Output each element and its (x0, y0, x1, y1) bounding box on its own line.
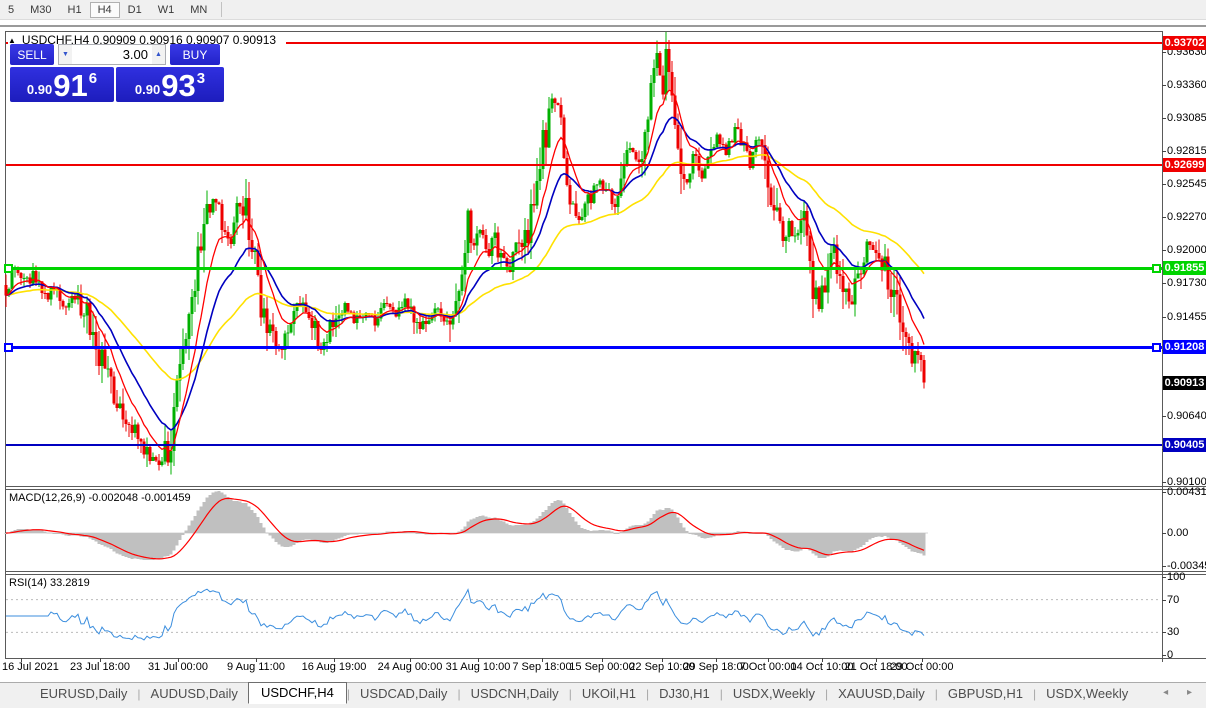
line-handle-marker[interactable] (4, 343, 13, 352)
date-label: 7 Oct 00:00 (740, 661, 797, 673)
price-tick (1162, 482, 1166, 483)
line-handle-marker[interactable] (4, 264, 13, 273)
horizontal-level-line-0.90405[interactable] (6, 444, 1162, 446)
buy-button[interactable]: BUY (170, 44, 220, 65)
date-label: 23 Jul 18:00 (70, 661, 130, 673)
price-tick-label: 0.93085 (1167, 112, 1206, 124)
date-label: 31 Jul 00:00 (148, 661, 208, 673)
line-handle-marker[interactable] (1152, 264, 1161, 273)
date-tick (21, 658, 22, 662)
horizontal-level-line-0.92699[interactable] (6, 164, 1162, 166)
price-tick-label: 0.91455 (1167, 311, 1206, 323)
price-tick (1162, 184, 1166, 185)
rsi-scale-label: 100 (1167, 571, 1185, 583)
sell-price-button[interactable]: 0.90 91 6 (10, 67, 114, 102)
date-label: 9 Aug 11:00 (227, 661, 285, 673)
price-tick-label: 0.93360 (1167, 79, 1206, 91)
date-tick (178, 658, 179, 662)
sell-price-pip: 6 (89, 70, 97, 87)
date-tick (334, 658, 335, 662)
date-tick (662, 658, 663, 662)
rsi-tick (1162, 600, 1166, 601)
price-level-label: 0.92699 (1163, 158, 1206, 172)
current-price-label: 0.90913 (1163, 376, 1206, 390)
buy-price-prefix: 0.90 (135, 82, 160, 97)
date-tick (478, 658, 479, 662)
buy-price-pip: 3 (197, 70, 205, 87)
price-tick (1162, 52, 1166, 53)
price-tick-label: 0.90640 (1167, 410, 1206, 422)
date-tick (716, 658, 717, 662)
price-tick (1162, 85, 1166, 86)
rsi-header: RSI(14) 33.2819 (7, 576, 98, 590)
date-label: 7 Sep 18:00 (512, 661, 571, 673)
date-label: 31 Aug 10:00 (446, 661, 511, 673)
price-tick (1162, 416, 1166, 417)
price-tick (1162, 217, 1166, 218)
chart-canvas (0, 0, 1206, 708)
date-label: 15 Sep 00:00 (569, 661, 634, 673)
date-label: 24 Aug 00:00 (378, 661, 443, 673)
price-tick-label: 0.92000 (1167, 244, 1206, 256)
price-tick (1162, 250, 1166, 251)
price-tick (1162, 151, 1166, 152)
price-tick (1162, 118, 1166, 119)
price-tick (1162, 283, 1166, 284)
rsi-scale-label: 0 (1167, 649, 1173, 661)
date-label: 16 Jul 2021 (2, 661, 59, 673)
date-tick (100, 658, 101, 662)
sell-button[interactable]: SELL (10, 44, 54, 65)
macd-tick (1162, 566, 1166, 567)
sell-price-prefix: 0.90 (27, 82, 52, 97)
price-tick-label: 0.92270 (1167, 211, 1206, 223)
horizontal-level-line-0.91855[interactable] (6, 267, 1162, 270)
date-label: 29 Oct 00:00 (891, 661, 954, 673)
price-tick-label: 0.92545 (1167, 178, 1206, 190)
buy-price-big: 93 (161, 71, 195, 100)
mt4-window: 5M30H1H4D1W1MN ▲ USDCHF,H4 0.90909 0.909… (0, 0, 1206, 708)
date-label: 16 Aug 19:00 (302, 661, 367, 673)
macd-header: MACD(12,26,9) -0.002048 -0.001459 (7, 491, 199, 505)
date-tick (922, 658, 923, 662)
price-tick-label: 0.91730 (1167, 277, 1206, 289)
horizontal-level-line-0.91208[interactable] (6, 346, 1162, 349)
price-tick-label: 0.92815 (1167, 145, 1206, 157)
price-level-label: 0.93702 (1163, 36, 1206, 50)
date-tick (602, 658, 603, 662)
buy-price-button[interactable]: 0.90 93 3 (116, 67, 224, 102)
price-level-label: 0.91208 (1163, 340, 1206, 354)
rsi-tick (1162, 632, 1166, 633)
date-tick (410, 658, 411, 662)
line-handle-marker[interactable] (1152, 343, 1161, 352)
date-tick (768, 658, 769, 662)
macd-scale-label: 0.00 (1167, 527, 1188, 539)
sell-price-big: 91 (53, 71, 87, 100)
one-click-trading-panel: SELL ▼ 3.00 ▲ BUY 0.90 91 6 0.90 93 3 (10, 44, 224, 102)
price-tick (1162, 317, 1166, 318)
date-tick (542, 658, 543, 662)
date-tick (876, 658, 877, 662)
rsi-scale-label: 70 (1167, 594, 1179, 606)
rsi-tick (1162, 655, 1166, 656)
macd-scale-label: 0.00431 (1167, 486, 1206, 498)
date-tick (256, 658, 257, 662)
macd-tick (1162, 492, 1166, 493)
price-level-label: 0.91855 (1163, 261, 1206, 275)
price-level-label: 0.90405 (1163, 438, 1206, 452)
volume-input[interactable]: 3.00 (72, 44, 152, 65)
macd-tick (1162, 533, 1166, 534)
volume-increase-icon[interactable]: ▲ (152, 44, 166, 65)
volume-decrease-icon[interactable]: ▼ (58, 44, 72, 65)
rsi-scale-label: 30 (1167, 626, 1179, 638)
rsi-tick (1162, 577, 1166, 578)
date-tick (822, 658, 823, 662)
